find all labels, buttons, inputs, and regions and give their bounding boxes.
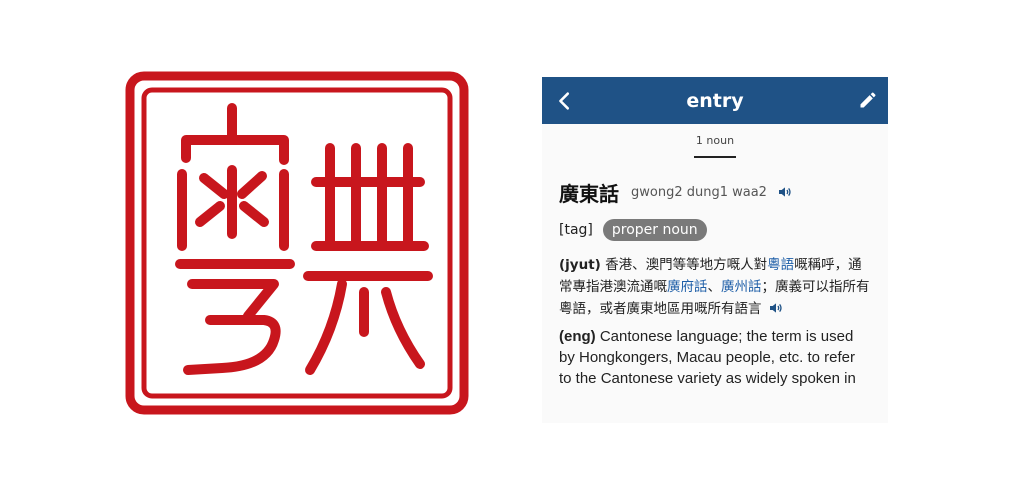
lang-label-eng: (eng) <box>559 328 596 345</box>
chevron-left-icon[interactable] <box>554 90 576 112</box>
headword-row: 廣東話 gwong2 dung1 waa2 <box>559 178 871 206</box>
lang-label-jyut: (jyut) <box>559 257 601 273</box>
tag-row: [tag] proper noun <box>559 216 871 244</box>
jyutping: gwong2 dung1 waa2 <box>631 184 767 200</box>
def-text: 香港、澳門等等地方嘅人對 <box>600 257 768 273</box>
tab-noun[interactable]: 1 noun <box>693 134 737 158</box>
pencil-icon[interactable] <box>858 90 878 110</box>
app-header: entry <box>542 77 888 124</box>
tab-bar: 1 noun <box>542 124 888 164</box>
def-text-eng: Cantonese language; the term is used by … <box>559 328 856 387</box>
link-guangzhou-dialect[interactable]: 廣州話 <box>721 279 762 295</box>
definition-eng: (eng) Cantonese language; the term is us… <box>559 326 871 389</box>
tag-label: [tag] <box>559 222 593 238</box>
link-guangfu-dialect[interactable]: 廣府話 <box>667 279 708 295</box>
tag-chip[interactable]: proper noun <box>602 219 707 241</box>
page-title: entry <box>686 89 744 112</box>
def-text: 、 <box>707 279 722 295</box>
speaker-icon[interactable] <box>777 184 793 200</box>
link-yue-language[interactable]: 粵語 <box>767 257 794 273</box>
yuedict-seal-logo <box>125 71 469 415</box>
app-screen: entry 1 noun 廣東話 gwong2 dung1 waa2 [tag]… <box>542 77 888 423</box>
definition-jyut: (jyut) 香港、澳門等等地方嘅人對粵語嘅稱呼，通常專指港澳流通嘅廣府話、廣州… <box>559 254 871 320</box>
headword: 廣東話 <box>559 181 619 206</box>
entry-content: 廣東話 gwong2 dung1 waa2 [tag] proper noun … <box>542 164 888 389</box>
speaker-icon[interactable] <box>768 300 784 316</box>
